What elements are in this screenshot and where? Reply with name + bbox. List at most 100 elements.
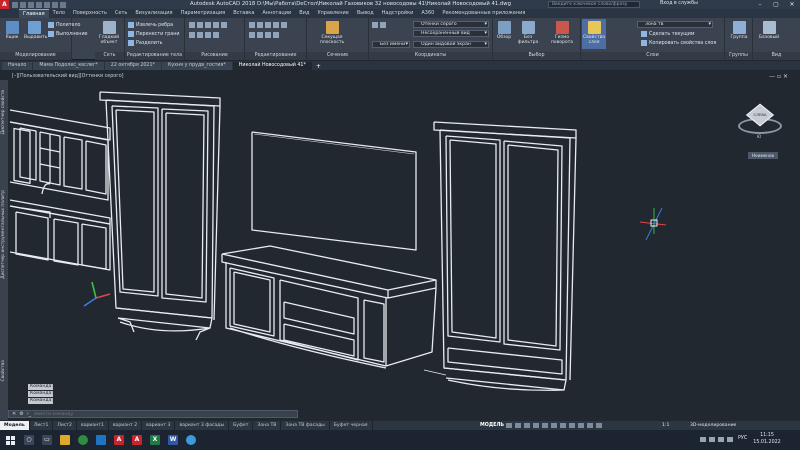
layout-tab[interactable]: Лист2 xyxy=(53,421,77,430)
new-icon[interactable] xyxy=(12,1,18,8)
panel-title-selection[interactable]: Выбор xyxy=(493,52,580,60)
arc-icon[interactable] xyxy=(213,22,219,28)
kitchen-cabinets[interactable] xyxy=(9,109,111,271)
extrude-button[interactable]: Выдавить xyxy=(24,21,47,40)
panel-title-layers[interactable]: Слои xyxy=(581,52,724,60)
taskbar-telegram-icon[interactable] xyxy=(182,430,200,450)
save-icon[interactable] xyxy=(28,1,34,8)
tab-manage[interactable]: Управление xyxy=(313,9,352,18)
move-icon[interactable] xyxy=(249,22,255,28)
maximize-icon[interactable]: ▢ xyxy=(768,0,784,9)
copy-icon[interactable] xyxy=(273,22,279,28)
tray-chevron-icon[interactable] xyxy=(700,437,706,442)
section-plane-button[interactable]: Секущая плоскость xyxy=(319,21,345,45)
search-input[interactable]: Введите ключевое слово/фразу xyxy=(548,1,640,8)
taskbar-mail-icon[interactable] xyxy=(92,430,110,450)
taskbar-chrome-icon[interactable] xyxy=(74,430,92,450)
taskbar-clock[interactable]: 11:15 15.01.2022 xyxy=(752,432,782,446)
array-icon[interactable] xyxy=(257,32,263,38)
rotate-icon[interactable] xyxy=(257,22,263,28)
battery-icon[interactable] xyxy=(727,437,733,442)
workspace-switch[interactable]: 3D-моделирование xyxy=(690,421,736,430)
grid-icon[interactable] xyxy=(506,423,512,428)
point-icon[interactable] xyxy=(213,32,219,38)
lineweight-icon[interactable] xyxy=(560,423,566,428)
layout-tab[interactable]: Зона ТВ xyxy=(253,421,282,430)
panel-title-modeling[interactable]: Моделирование xyxy=(0,52,71,60)
layout-tab-model[interactable]: Модель xyxy=(0,421,30,430)
tab-a360[interactable]: A360 xyxy=(417,9,438,18)
spline-icon[interactable] xyxy=(197,32,203,38)
panel-title-draw[interactable]: Рисование xyxy=(185,52,244,60)
layout-tab[interactable]: Зона ТВ фасады xyxy=(281,421,330,430)
gizmo-toggle-icon[interactable] xyxy=(587,423,593,428)
box-button[interactable]: Ящик xyxy=(2,21,22,40)
annotation-icon[interactable] xyxy=(596,423,602,428)
base-view-button[interactable]: Базовый xyxy=(757,21,781,40)
file-tab-3[interactable]: 22 октября 2021* xyxy=(104,62,161,70)
drawing-viewport[interactable]: [–][Пользовательский вид][Оттенки серого… xyxy=(0,70,800,421)
snap-icon[interactable] xyxy=(515,423,521,428)
file-tab-4[interactable]: Кухня у прудв_гостия* xyxy=(161,62,232,70)
culling-button[interactable]: Обзор xyxy=(494,21,514,40)
panel-title-modify[interactable]: Редактирование xyxy=(245,52,306,60)
command-input[interactable] xyxy=(34,411,275,417)
trim-icon[interactable] xyxy=(265,22,271,28)
tab-output[interactable]: Вывод xyxy=(353,9,378,18)
tall-cabinet-left[interactable] xyxy=(99,91,221,341)
wcs-menu[interactable]: Неименов xyxy=(748,152,778,159)
panel-title-section[interactable]: Сечение xyxy=(307,52,368,60)
ellipse-icon[interactable] xyxy=(205,32,211,38)
tab-surface[interactable]: Поверхность xyxy=(69,9,111,18)
group-button[interactable]: Группа xyxy=(729,21,749,40)
ucs-icon[interactable] xyxy=(372,22,378,28)
layout-tab[interactable]: вариант 3 xyxy=(142,421,176,430)
sweep-button[interactable]: Выполнение xyxy=(48,30,88,38)
network-icon[interactable] xyxy=(709,437,715,442)
panel-title-solid-editing[interactable]: Редактирование тела xyxy=(125,52,184,60)
file-tab-active[interactable]: Николай Новосодовый 41* xyxy=(232,62,312,70)
undo-icon[interactable] xyxy=(52,1,58,8)
layout-tab[interactable]: вариант 2 xyxy=(109,421,143,430)
circle-icon[interactable] xyxy=(205,22,211,28)
ucs-world-icon[interactable] xyxy=(380,22,386,28)
input-language[interactable]: РУС xyxy=(738,436,747,441)
visual-style-combo[interactable]: Отенки серого xyxy=(413,21,489,28)
tab-insert[interactable]: Вставка xyxy=(229,9,258,18)
tab-featured-apps[interactable]: Рекомендованные приложения xyxy=(438,9,529,18)
autocad-logo-icon[interactable]: A xyxy=(0,0,9,9)
viewcube[interactable]: СЛЕВА Ю xyxy=(738,100,782,160)
rectangle-icon[interactable] xyxy=(221,22,227,28)
model-space-toggle[interactable]: МОДЕЛЬ xyxy=(480,421,504,430)
panel-title-coordinates[interactable]: Координаты xyxy=(369,52,492,60)
tv-stand[interactable] xyxy=(221,245,437,369)
tab-view[interactable]: Вид xyxy=(295,9,313,18)
viewport-controls-label[interactable]: [–][Пользовательский вид][Оттенки серого… xyxy=(12,74,124,79)
selection-cycling-icon[interactable] xyxy=(578,423,584,428)
smooth-object-button[interactable]: Гладкий объект xyxy=(99,21,119,45)
minimize-icon[interactable]: – xyxy=(752,0,768,9)
taskbar-autocad-icon[interactable]: A xyxy=(110,430,128,450)
layout-tab[interactable]: вариант 3 фасады xyxy=(175,421,230,430)
erase-icon[interactable] xyxy=(265,32,271,38)
taskbar-taskview-icon[interactable]: ▭ xyxy=(38,430,56,450)
polysolid-button[interactable]: Политело xyxy=(48,21,80,29)
taskbar-explorer-icon[interactable] xyxy=(56,430,74,450)
make-current-button[interactable]: Сделать текущим xyxy=(641,30,695,38)
separate-button[interactable]: Разделить xyxy=(128,39,162,47)
close-icon[interactable]: ✕ xyxy=(784,0,800,9)
annotation-scale[interactable]: 1:1 xyxy=(662,421,669,430)
tab-mesh[interactable]: Сеть xyxy=(111,9,131,18)
scale-icon[interactable] xyxy=(273,32,279,38)
polyline-icon[interactable] xyxy=(197,22,203,28)
extract-edges-button[interactable]: Извлечь ребра xyxy=(128,21,173,29)
tab-visualize[interactable]: Визуализация xyxy=(131,9,176,18)
ortho-icon[interactable] xyxy=(524,423,530,428)
layout-tab[interactable]: Лист1 xyxy=(30,421,54,430)
fillet-icon[interactable] xyxy=(249,32,255,38)
layer-combo[interactable]: Зона тв xyxy=(637,21,713,28)
viewport-config-combo[interactable]: Один видовой экран xyxy=(413,41,489,48)
rotate-gizmo-button[interactable]: Гизмо поворота xyxy=(548,21,576,45)
layout-tab[interactable]: вариант1 xyxy=(77,421,109,430)
match-layer-button[interactable]: Копировать свойства слоя xyxy=(641,39,716,47)
